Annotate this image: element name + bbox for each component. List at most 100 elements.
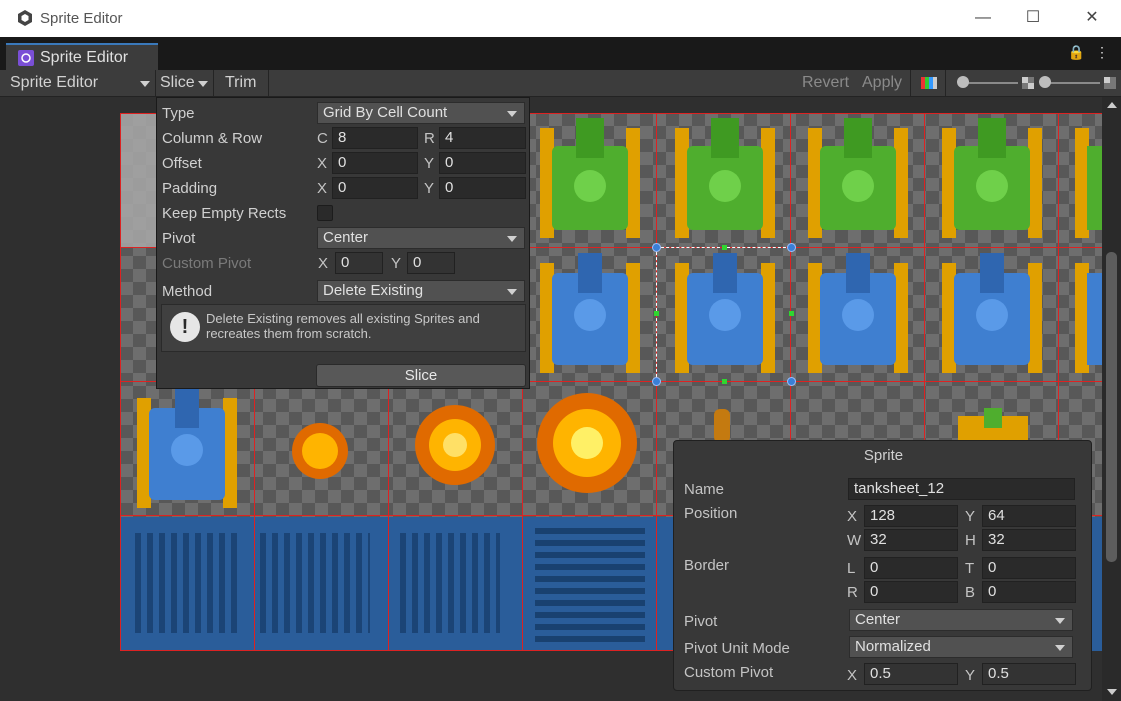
slice-button[interactable]: Slice [160, 74, 195, 92]
column-count-field[interactable]: 8 [332, 127, 418, 149]
menu-icon[interactable]: ⋮ [1095, 44, 1109, 60]
slice-rect[interactable] [522, 113, 657, 248]
vertical-scrollbar[interactable] [1102, 97, 1121, 701]
row-count-field[interactable]: 4 [439, 127, 526, 149]
mode-dropdown[interactable]: Sprite Editor [10, 74, 98, 92]
revert-button[interactable]: Revert [802, 74, 849, 92]
alpha-slider-handle[interactable] [957, 76, 969, 88]
pivot-dropdown[interactable]: Center [317, 227, 525, 249]
corner-handle-tr[interactable] [787, 243, 796, 252]
apply-button[interactable]: Apply [862, 74, 902, 92]
tab-sprite-editor[interactable]: Sprite Editor [6, 43, 158, 70]
custom-pivot-y-field: 0.5 [982, 663, 1076, 685]
help-box: ! Delete Existing removes all existing S… [161, 304, 526, 352]
slice-button[interactable]: Slice [316, 364, 526, 387]
slice-rect[interactable] [924, 113, 1059, 248]
zoom-slider-handle[interactable] [1039, 76, 1051, 88]
slice-rect[interactable] [522, 515, 657, 651]
pivot-unit-mode-dropdown[interactable]: Normalized [849, 636, 1073, 658]
slice-rect[interactable] [388, 381, 523, 516]
slice-rect[interactable] [522, 247, 657, 382]
slice-rect[interactable] [790, 113, 925, 248]
slice-rect[interactable] [522, 381, 657, 516]
lock-icon[interactable]: 🔒 [1068, 44, 1085, 60]
info-icon: ! [170, 312, 200, 342]
slice-rect-selected[interactable] [656, 247, 791, 382]
edge-handle-top[interactable] [722, 245, 727, 250]
offset-y-field[interactable]: 0 [439, 152, 526, 174]
slice-rect[interactable] [1058, 247, 1102, 382]
slice-rect[interactable] [1058, 113, 1102, 248]
divider [213, 70, 214, 96]
slice-caret-icon[interactable] [198, 81, 208, 87]
name-field[interactable]: tanksheet_12 [848, 478, 1075, 500]
custom-pivot-label: Custom Pivot [684, 664, 774, 681]
pivot-unit-mode-value: Normalized [855, 638, 931, 655]
chevron-down-icon [1055, 618, 1065, 624]
scroll-down-icon[interactable] [1107, 689, 1117, 695]
pivot-dropdown[interactable]: Center [849, 609, 1073, 631]
checker-icon [1022, 77, 1034, 89]
edge-handle-left[interactable] [654, 311, 659, 316]
keep-empty-rects-checkbox[interactable] [317, 205, 333, 221]
close-button[interactable]: ✕ [1069, 6, 1115, 30]
corner-handle-bl[interactable] [652, 377, 661, 386]
method-dropdown[interactable]: Delete Existing [317, 280, 525, 302]
border-bottom-field[interactable]: 0 [982, 581, 1076, 603]
slice-rect[interactable] [254, 381, 389, 516]
keep-empty-rects-label: Keep Empty Rects [162, 205, 287, 222]
border-top-field[interactable]: 0 [982, 557, 1076, 579]
slice-popup: Type Grid By Cell Count Column & Row C 8… [156, 97, 530, 389]
scrollbar-thumb[interactable] [1106, 252, 1117, 562]
slice-rect[interactable] [388, 515, 523, 651]
position-y-field[interactable]: 64 [982, 505, 1076, 527]
padding-x-field[interactable]: 0 [332, 177, 418, 199]
offset-label: Offset [162, 155, 202, 172]
custom-pivot-label: Custom Pivot [162, 255, 252, 272]
tab-strip: Sprite Editor 🔒 ⋮ [0, 37, 1121, 70]
sprite-editor-icon [18, 50, 34, 66]
color-channel-icon[interactable] [921, 77, 937, 89]
y-label: Y [965, 508, 976, 525]
corner-handle-tl[interactable] [652, 243, 661, 252]
column-row-label: Column & Row [162, 130, 263, 147]
maximize-button[interactable]: ☐ [1010, 6, 1056, 30]
border-right-field[interactable]: 0 [864, 581, 958, 603]
y-label: Y [965, 667, 976, 684]
x-label: X [318, 255, 329, 272]
type-label: Type [162, 105, 195, 122]
chevron-down-icon [507, 289, 517, 295]
method-value: Delete Existing [323, 282, 424, 299]
trim-button[interactable]: Trim [225, 74, 256, 92]
sprite-inspector-panel: Sprite Name tanksheet_12 Position X 128 … [673, 440, 1092, 691]
edge-handle-right[interactable] [789, 311, 794, 316]
slice-rect[interactable] [254, 515, 389, 651]
divider [910, 70, 911, 96]
custom-pivot-x-field: 0 [335, 252, 383, 274]
slice-rect[interactable] [924, 247, 1059, 382]
custom-pivot-y-field: 0 [407, 252, 455, 274]
minimize-button[interactable]: — [960, 6, 1006, 30]
tab-controls: 🔒 ⋮ [1068, 44, 1109, 61]
slice-rect[interactable] [656, 113, 791, 248]
scroll-up-icon[interactable] [1107, 102, 1117, 108]
slice-rect[interactable] [790, 247, 925, 382]
x-label: X [317, 180, 328, 197]
h-label: H [965, 532, 976, 549]
chevron-down-icon [507, 111, 517, 117]
border-left-field[interactable]: 0 [864, 557, 958, 579]
divider [945, 70, 946, 96]
type-dropdown[interactable]: Grid By Cell Count [317, 102, 525, 124]
tab-label: Sprite Editor [40, 49, 129, 66]
height-field[interactable]: 32 [982, 529, 1076, 551]
slice-rect[interactable] [120, 381, 255, 516]
slice-rect[interactable] [120, 515, 255, 651]
width-field[interactable]: 32 [864, 529, 958, 551]
padding-y-field[interactable]: 0 [439, 177, 526, 199]
corner-handle-br[interactable] [787, 377, 796, 386]
position-x-field[interactable]: 128 [864, 505, 958, 527]
edge-handle-bottom[interactable] [722, 379, 727, 384]
mode-dropdown-caret-icon[interactable] [140, 81, 150, 87]
pivot-value: Center [323, 229, 369, 246]
offset-x-field[interactable]: 0 [332, 152, 418, 174]
